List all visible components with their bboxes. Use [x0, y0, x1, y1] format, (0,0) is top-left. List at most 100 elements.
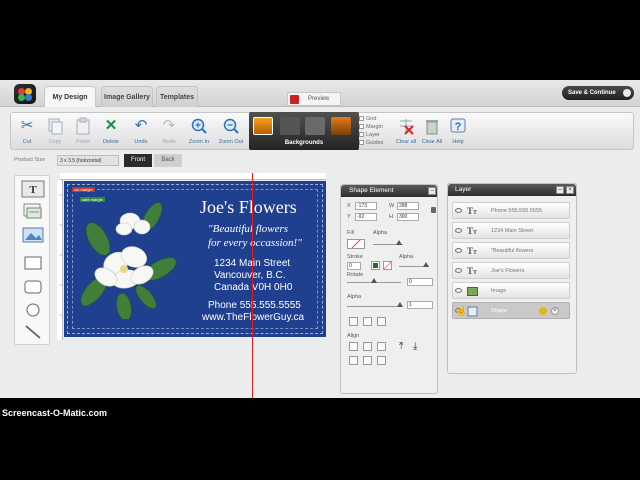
backgrounds-button[interactable]: Backgrounds [249, 112, 359, 150]
card-tagline-2[interactable]: for every occassion!" [208, 237, 302, 249]
delete-layer-icon[interactable]: × [551, 307, 559, 315]
vertical-guide-line[interactable] [252, 173, 253, 398]
bring-forward-icon[interactable] [349, 317, 358, 326]
slider-handle-icon[interactable] [396, 240, 402, 245]
guides-label: Guides [366, 140, 384, 146]
product-size-select[interactable]: 3 x 3.5 (horizontal) [57, 155, 119, 166]
horizontal-ruler [60, 173, 326, 186]
visibility-eye-icon[interactable] [455, 268, 462, 273]
layer-row[interactable]: TT 1234 Main Street [452, 222, 570, 239]
ellipse-tool-button[interactable] [21, 301, 45, 321]
rotate-input[interactable]: 0 [407, 278, 433, 286]
stroke-width-input[interactable]: 0 [347, 262, 361, 270]
card-title[interactable]: Joe's Flowers [200, 197, 297, 218]
preview-button[interactable]: Preview [287, 92, 341, 106]
layer-row[interactable]: TT Joe's Flowers [452, 262, 570, 279]
screencast-watermark: Screencast-O-Matic.com [2, 408, 108, 418]
minimize-icon[interactable]: – [428, 187, 436, 195]
rectangle-tool-button[interactable] [21, 254, 45, 274]
design-canvas[interactable]: cut margin safe margin Joe's Flowers "Be… [64, 181, 326, 337]
save-continue-label: Save & Continue [568, 90, 616, 96]
save-continue-button[interactable]: Save & Continue [562, 86, 634, 100]
close-icon[interactable]: × [566, 186, 574, 194]
magnolia-flower-image[interactable] [76, 199, 180, 319]
layer-row[interactable]: Image [452, 282, 570, 299]
minimize-icon[interactable]: – [556, 186, 564, 194]
margin-toggle[interactable]: Margin [359, 123, 395, 131]
align-bottom-icon[interactable] [377, 356, 386, 365]
zoom-in-button[interactable]: Zoom In [185, 115, 213, 149]
align-center-icon[interactable] [363, 342, 372, 351]
stroke-alpha-label: Alpha [399, 254, 414, 260]
text-block-tool-button[interactable] [21, 202, 45, 222]
h-input[interactable]: 300 [397, 213, 419, 221]
fill-alpha-label: Alpha [373, 230, 388, 236]
move-up-icon[interactable]: ⤒ [399, 341, 403, 352]
visibility-eye-icon[interactable] [455, 228, 462, 233]
margin-label: Margin [366, 124, 383, 130]
back-side-button[interactable]: Back [154, 154, 182, 167]
lock-icon[interactable] [539, 307, 547, 315]
alpha-slider[interactable] [347, 306, 401, 307]
card-tagline-1[interactable]: "Beautiful flowers [208, 223, 288, 235]
checkbox-icon [359, 132, 364, 138]
top-navigation: My Design Image Gallery Templates Previe… [0, 80, 640, 107]
layer-row[interactable]: TT "Beautiful flowers [452, 242, 570, 259]
card-address-3[interactable]: Canada V0H 0H0 [214, 282, 292, 293]
backgrounds-label: Backgrounds [284, 140, 324, 146]
stroke-color-swatch[interactable] [371, 261, 380, 270]
product-size-value: 3 x 3.5 (horizontal) [60, 158, 102, 164]
stroke-label: Stroke [347, 254, 363, 260]
move-down-icon[interactable]: ⤓ [413, 341, 417, 352]
line-tool-button[interactable] [21, 323, 45, 343]
redo-button[interactable]: ↷ Redo [155, 115, 183, 149]
help-button[interactable]: ? Help [444, 115, 472, 149]
slider-handle-icon[interactable] [423, 262, 429, 267]
slider-handle-icon[interactable] [371, 278, 377, 283]
slider-handle-icon[interactable] [397, 302, 403, 307]
tab-templates[interactable]: Templates [156, 86, 198, 107]
layer-row-selected[interactable]: Shape × [452, 302, 570, 319]
rounded-rectangle-tool-button[interactable] [21, 278, 45, 298]
fill-color-swatch[interactable] [347, 239, 365, 249]
y-input[interactable]: -92 [355, 213, 377, 221]
layer-panel-title: Layer [455, 186, 472, 193]
card-website[interactable]: www.TheFlowerGuy.ca [202, 312, 304, 323]
text-tool-button[interactable]: T [21, 180, 45, 200]
alpha-input[interactable]: 1 [407, 301, 433, 309]
zoom-out-button[interactable]: Zoom Out [217, 115, 245, 149]
layer-label: Layer [366, 132, 380, 138]
card-address-2[interactable]: Vancouver, B.C. [214, 270, 286, 281]
send-backward-icon[interactable] [363, 317, 372, 326]
align-middle-icon[interactable] [363, 356, 372, 365]
clear-grid-icon [397, 117, 415, 135]
no-stroke-swatch[interactable] [383, 261, 392, 270]
card-phone[interactable]: Phone 555.555.5555 [208, 300, 301, 311]
duplicate-icon[interactable] [377, 317, 386, 326]
background-swatch-icon [331, 117, 351, 135]
fill-label: Fill [347, 230, 355, 236]
delete-button[interactable]: ✕ Delete [97, 115, 125, 149]
layer-label: Image [491, 288, 507, 294]
image-tool-button[interactable] [21, 226, 45, 246]
layer-row[interactable]: TT Phone 555.555.5555 [452, 202, 570, 219]
visibility-eye-icon[interactable] [455, 208, 462, 213]
help-label: Help [452, 139, 464, 145]
align-right-icon[interactable] [377, 342, 386, 351]
lock-icon[interactable] [431, 207, 436, 213]
front-side-button[interactable]: Front [124, 154, 152, 167]
tab-my-design[interactable]: My Design [44, 86, 96, 107]
x-input[interactable]: -173 [355, 202, 377, 210]
layer-toggle[interactable]: Layer [359, 131, 395, 139]
visibility-eye-icon[interactable] [455, 248, 462, 253]
align-top-icon[interactable] [349, 356, 358, 365]
align-left-icon[interactable] [349, 342, 358, 351]
text-layer-icon: TT [467, 266, 478, 276]
tab-image-gallery[interactable]: Image Gallery [101, 86, 153, 107]
w-input[interactable]: 288 [397, 202, 419, 210]
grid-toggle[interactable]: Grid [359, 115, 395, 123]
delete-icon: ✕ [104, 117, 118, 134]
shape-element-panel: Shape Element – X -173 W 288 Y -92 H 300… [340, 184, 438, 394]
shape-panel-header[interactable]: Shape Element [341, 185, 437, 197]
visibility-eye-icon[interactable] [455, 288, 462, 293]
